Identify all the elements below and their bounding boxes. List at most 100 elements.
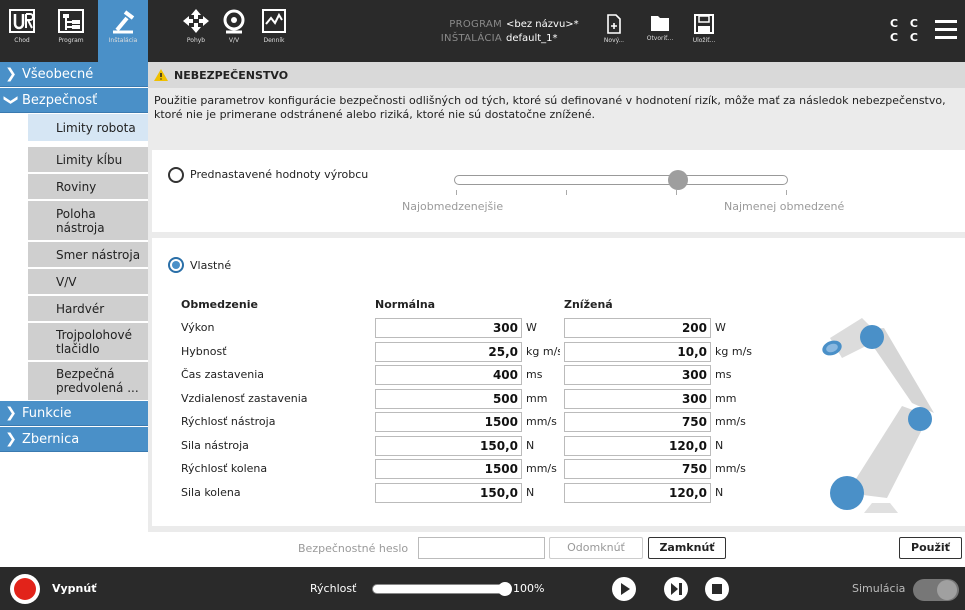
footer-bar: Vypnúť Rýchlosť 100% Simulácia [0,567,965,610]
normal-unit: mm [526,392,548,405]
open-file-label: Otvoriť... [646,35,674,42]
sidebar-item-tool-position[interactable]: Poloha nástroja [28,201,148,241]
sidebar-item-label: Hardvér [56,301,105,316]
program-info: PROGRAM <bez názvu>* INŠTALÁCIA default_1* [440,18,579,46]
nav-installation-button[interactable]: Inštalácia [98,0,148,62]
reduced-unit: mm/s [715,415,746,428]
open-file-button[interactable]: Otvoriť... [640,0,680,62]
sidebar-section-safety[interactable]: ❯ Bezpečnosť [0,88,148,113]
sidebar-item-label: Roviny [56,179,97,194]
sidebar-item-robot-limits[interactable]: Limity robota [28,114,148,142]
preset-slider[interactable] [454,175,788,185]
save-file-button[interactable]: Uložiť... [684,0,724,62]
reduced-value-field[interactable]: 750 [564,412,711,432]
sidebar-item-label: Limity robota [56,120,136,135]
nav-io-button[interactable]: V/V [214,0,254,62]
sidebar-section-general[interactable]: ❯ Všeobecné [0,62,148,87]
chevron-right-icon: ❯ [5,66,17,82]
move-icon [183,9,209,33]
play-button[interactable] [612,577,636,601]
preset-left-label: Najobmedzenejšie [402,200,504,213]
reduced-value-field[interactable]: 300 [564,389,711,409]
top-bar: Chod Program Inštalácia Pohyb V/V Denník… [0,0,965,62]
apply-button[interactable]: Použiť [899,537,962,559]
normal-value-field[interactable]: 150,0 [375,483,522,503]
limit-name: Sila nástroja [181,439,249,452]
normal-value-field[interactable]: 1500 [375,412,522,432]
slider-tick [566,190,567,195]
simulation-toggle[interactable] [913,579,959,601]
normal-unit: ms [526,368,543,381]
preset-radio[interactable] [168,167,184,183]
power-button[interactable] [10,574,40,604]
sidebar-item-tool-direction[interactable]: Smer nástroja [28,242,148,268]
slider-tick [676,190,677,195]
reduced-value-field[interactable]: 750 [564,459,711,479]
column-header-normal: Normálna [375,298,436,311]
robot-arm-illustration [822,318,934,513]
nav-move-button[interactable]: Pohyb [176,0,216,62]
menu-icon[interactable] [935,20,957,40]
speed-slider[interactable] [372,584,508,594]
custom-label: Vlastné [190,259,232,272]
sidebar-item-planes[interactable]: Roviny [28,174,148,200]
reduced-value-field[interactable]: 200 [564,318,711,338]
preset-slider-knob[interactable] [668,170,688,190]
save-file-label: Uložiť... [692,37,716,44]
power-label: Vypnúť [52,582,97,595]
reduced-value-field[interactable]: 300 [564,365,711,385]
reduced-value-field[interactable]: 10,0 [564,342,711,362]
unlock-button[interactable]: Odomknúť [549,537,643,559]
slider-tick [456,190,457,195]
sidebar-section-features[interactable]: ❯ Funkcie [0,401,148,426]
column-header-reduced: Znížená [564,298,613,311]
program-key: PROGRAM [449,19,502,30]
normal-unit: W [526,321,537,334]
stop-button[interactable] [705,577,729,601]
normal-value-field[interactable]: 25,0 [375,342,522,362]
normal-unit: N [526,486,535,499]
sidebar-item-hardware[interactable]: Hardvér [28,296,148,322]
nav-io-label: V/V [228,37,240,44]
limit-name: Čas zastavenia [181,368,264,381]
custom-radio[interactable] [168,257,184,273]
nav-log-button[interactable]: Denník [254,0,294,62]
chevron-down-icon: ❯ [3,94,19,106]
lock-button[interactable]: Zamknúť [648,537,726,559]
sidebar-item-joint-limits[interactable]: Limity kĺbu [28,147,148,173]
new-file-button[interactable]: Nový... [598,0,630,62]
sidebar-item-label: Poloha nástroja [56,206,105,235]
warning-icon [154,69,168,81]
step-button[interactable] [664,577,688,601]
normal-value-field[interactable]: 1500 [375,459,522,479]
nav-program-button[interactable]: Program [46,0,96,62]
safety-password-input[interactable] [418,537,545,559]
nav-run-button[interactable]: Chod [0,0,44,62]
sidebar-item-io[interactable]: V/V [28,269,148,295]
simulation-label: Simulácia [852,582,906,595]
sidebar-section-fieldbus[interactable]: ❯ Zbernica [0,427,148,452]
sidebar-item-safe-home[interactable]: Bezpečná predvolená ... [28,362,148,401]
preset-label: Prednastavené hodnoty výrobcu [190,168,369,181]
cc-indicator: C C C C [890,17,922,45]
sidebar-item-three-position-button[interactable]: Trojpolohové tlačidlo [28,323,148,361]
reduced-value-field[interactable]: 120,0 [564,483,711,503]
step-icon [671,583,682,595]
nav-log-label: Denník [263,37,285,44]
sidebar-item-label: Bezpečná predvolená ... [56,367,139,395]
nav-run-label: Chod [14,37,30,44]
reduced-value-field[interactable]: 120,0 [564,436,711,456]
normal-unit: mm/s [526,462,557,475]
reduced-unit: mm [715,392,737,405]
speed-slider-knob[interactable] [498,582,512,596]
normal-value-field[interactable]: 150,0 [375,436,522,456]
normal-value-field[interactable]: 400 [375,365,522,385]
nav-installation-label: Inštalácia [108,37,138,44]
cc-line-2: C C [890,31,922,44]
save-icon [694,14,714,34]
normal-value-field[interactable]: 500 [375,389,522,409]
normal-value-field[interactable]: 300 [375,318,522,338]
new-file-icon [607,14,621,34]
io-icon [223,9,245,34]
stop-icon [712,584,722,594]
